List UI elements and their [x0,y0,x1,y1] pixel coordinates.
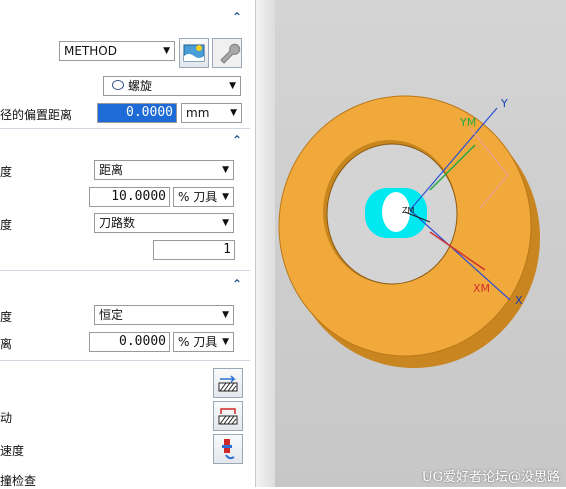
stepover-unit-select[interactable]: % 刀具 ▼ [173,187,234,207]
collapse-caret-icon[interactable]: ⌃ [232,277,242,291]
non-cutting-moves-icon [218,408,238,425]
divider [0,128,250,129]
passes-label: 度 [0,218,13,232]
feeds-speeds-label: 速度 [0,444,25,458]
stepover-distance-input[interactable]: 10.0000 [89,187,170,207]
cutting-params-button[interactable] [213,368,243,398]
operation-dialog-panel: ⌃ METHOD ▼ 螺旋 ▼ 径的偏置距离 0.0000 mm ▼ ⌃ 度 距… [0,0,255,488]
axis-z-label: ZM [402,206,415,215]
wrench-icon [220,43,241,64]
part-model [278,95,540,368]
create-method-button[interactable] [179,38,209,68]
depth-label: 度 [0,310,13,324]
depth-mode-select[interactable]: 恒定 ▼ [94,305,234,325]
section-header-2[interactable]: ⌃ [0,131,250,153]
passes-count-input[interactable]: 1 [153,240,235,260]
create-method-icon [183,44,205,62]
collapse-caret-icon[interactable]: ⌃ [232,10,242,24]
axis-y-label: Y [501,97,508,110]
chevron-down-icon: ▼ [163,46,170,56]
collision-check-label: 撞检查 [0,474,37,488]
cutting-params-icon [218,375,238,392]
offset-unit-select[interactable]: mm ▼ [181,103,242,123]
stepover-select[interactable]: 距离 ▼ [94,160,234,180]
chevron-down-icon: ▼ [229,81,236,91]
chevron-down-icon: ▼ [230,108,237,118]
offset-distance-input[interactable]: 0.0000 [97,103,177,123]
offset-distance-label: 径的偏置距离 [0,108,73,122]
section-header-1[interactable]: ⌃ [0,8,250,30]
chevron-down-icon: ▼ [222,218,229,228]
axis-xm-label: XM [473,282,491,295]
stepover-label: 度 [0,165,13,179]
pattern-select[interactable]: 螺旋 ▼ [103,76,241,96]
chevron-down-icon: ▼ [222,310,229,320]
spiral-icon [112,80,124,90]
chevron-down-icon: ▼ [222,192,229,202]
depth-unit-select[interactable]: % 刀具 ▼ [173,332,234,352]
divider [0,360,250,361]
section-header-3[interactable]: ⌃ [0,275,250,297]
chevron-down-icon: ▼ [222,165,229,175]
feeds-speeds-button[interactable] [213,434,243,464]
distance-label: 离 [0,337,13,351]
collapse-caret-icon[interactable]: ⌃ [232,133,242,147]
edit-method-button[interactable] [212,38,242,68]
non-cutting-moves-button[interactable] [213,401,243,431]
passes-select[interactable]: 刀路数 ▼ [94,213,234,233]
depth-distance-input[interactable]: 0.0000 [89,332,170,352]
feeds-speeds-icon [222,439,235,460]
watermark: UG爱好者论坛@没思路 [421,470,560,485]
divider [0,270,250,271]
method-select[interactable]: METHOD ▼ [59,41,175,61]
non-cutting-moves-label: 动 [0,411,13,425]
axis-x-label: X [515,294,523,307]
chevron-down-icon: ▼ [222,337,229,347]
graphics-viewport[interactable]: Y YM XM X ZM UG爱好者论坛@没思路 [275,0,566,487]
axis-ym-label: YM [460,116,477,129]
panel-splitter[interactable] [255,0,276,487]
